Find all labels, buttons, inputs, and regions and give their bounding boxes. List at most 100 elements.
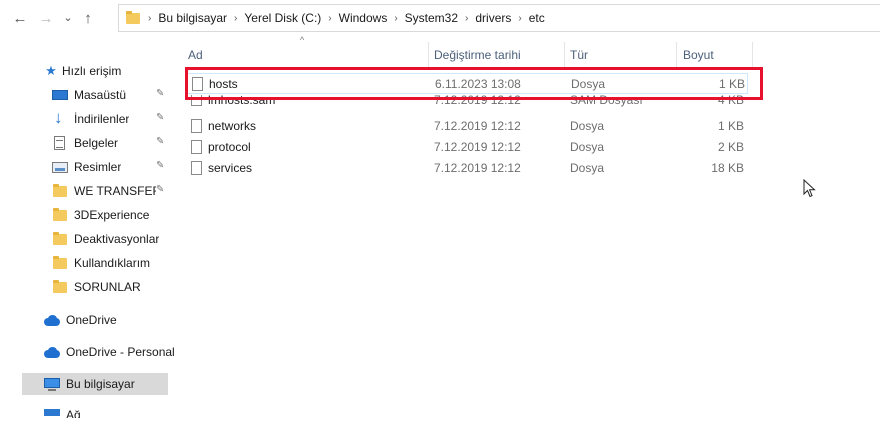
sidebar-item-label: İndirilenler	[74, 112, 130, 126]
breadcrumb-system32[interactable]: System32	[405, 11, 458, 25]
computer-icon	[44, 376, 60, 392]
sidebar-quick-access[interactable]: ★ Hızlı erişim	[44, 60, 121, 82]
sidebar-item-label: OneDrive - Personal	[66, 345, 175, 359]
sidebar-item-label: Ağ	[66, 408, 81, 418]
breadcrumb-etc[interactable]: etc	[529, 11, 545, 25]
folder-icon	[52, 255, 68, 271]
column-divider[interactable]	[428, 42, 429, 68]
file-list: Ad ^ Değiştirme tarihi Tür Boyut hosts 6…	[176, 35, 880, 443]
column-divider[interactable]	[676, 42, 677, 68]
sidebar-item-onedrive[interactable]: OneDrive	[44, 309, 176, 331]
sidebar-item-this-pc[interactable]: Bu bilgisayar	[22, 373, 168, 395]
folder-icon	[52, 279, 68, 295]
folder-icon	[125, 10, 141, 26]
sidebar-item-label: SORUNLAR	[74, 280, 141, 294]
pin-icon[interactable]: ✎	[156, 160, 164, 171]
column-header-label: Ad	[188, 48, 203, 62]
sidebar-item-label: Bu bilgisayar	[66, 377, 135, 391]
breadcrumb-separator-icon: ›	[394, 12, 398, 24]
column-header-name[interactable]: Ad	[188, 48, 203, 62]
file-name: networks	[208, 119, 257, 133]
breadcrumb-separator-icon: ›	[234, 12, 238, 24]
forward-arrow-icon: →	[38, 9, 54, 27]
sidebar-item-label: Resimler	[74, 160, 122, 174]
breadcrumb-local-disk[interactable]: Yerel Disk (C:)	[244, 11, 321, 25]
back-button[interactable]: ←	[12, 9, 28, 27]
chevron-down-icon: ⌄	[63, 11, 73, 24]
file-size: 2 KB	[717, 140, 744, 154]
file-size: 1 KB	[717, 119, 744, 133]
column-header-date[interactable]: Değiştirme tarihi	[434, 48, 521, 62]
file-icon	[191, 119, 202, 133]
highlight-annotation-box	[185, 67, 763, 100]
sidebar-item-label: Belgeler	[74, 136, 119, 150]
recent-locations-button[interactable]: ⌄	[60, 8, 76, 26]
file-date: 7.12.2019 12:12	[434, 140, 521, 154]
sidebar-item-label: WE TRANSFER KU	[74, 184, 156, 198]
desktop-icon	[52, 87, 68, 103]
file-date: 7.12.2019 12:12	[434, 119, 521, 133]
sidebar-item-we-transfer[interactable]: WE TRANSFER KU	[52, 180, 156, 202]
sidebar-item-label: Hızlı erişim	[62, 64, 122, 78]
cloud-icon	[44, 344, 60, 360]
sidebar-item-sorunlar[interactable]: SORUNLAR	[52, 276, 176, 298]
column-header-label: Tür	[570, 48, 588, 62]
column-header-size[interactable]: Boyut	[683, 48, 714, 62]
breadcrumb-separator-icon: ›	[148, 12, 152, 24]
pin-icon[interactable]: ✎	[156, 136, 164, 147]
file-icon	[191, 140, 202, 154]
mouse-cursor-icon	[803, 179, 816, 198]
pin-icon[interactable]: ✎	[156, 184, 164, 195]
column-divider[interactable]	[752, 42, 753, 68]
breadcrumb-separator-icon: ›	[465, 12, 469, 24]
sidebar-item-label: OneDrive	[66, 313, 117, 327]
breadcrumb-separator-icon: ›	[328, 12, 332, 24]
file-size: 18 KB	[711, 161, 744, 175]
sidebar-item-network[interactable]: Ağ	[44, 404, 176, 418]
network-icon	[44, 404, 60, 418]
pictures-icon	[52, 159, 68, 175]
breadcrumb-windows[interactable]: Windows	[339, 11, 388, 25]
address-bar-area: ← → ⌄ ↑ › Bu bilgisayar › Yerel Disk (C:…	[0, 0, 880, 36]
column-header-label: Değiştirme tarihi	[434, 48, 521, 62]
file-name: services	[208, 161, 253, 175]
sidebar-item-label: Kullandıklarım	[74, 256, 151, 270]
file-date: 7.12.2019 12:12	[434, 161, 521, 175]
sidebar-item-label: Masaüstü	[74, 88, 127, 102]
breadcrumb-this-pc[interactable]: Bu bilgisayar	[158, 11, 227, 25]
sidebar-item-onedrive-personal[interactable]: OneDrive - Personal	[44, 341, 176, 363]
documents-icon	[52, 135, 68, 151]
file-type: Dosya	[570, 161, 605, 175]
breadcrumb-separator-icon: ›	[518, 12, 522, 24]
sidebar-item-3dexperience[interactable]: 3DExperience	[52, 204, 176, 226]
sidebar-item-label: Deaktivasyonlar	[74, 232, 160, 246]
downloads-icon	[52, 108, 68, 128]
cloud-icon	[44, 312, 60, 328]
sidebar-item-kullandiklarim[interactable]: Kullandıklarım	[52, 252, 176, 274]
file-row-networks[interactable]: networks 7.12.2019 12:12 Dosya 1 KB	[186, 116, 748, 137]
up-button[interactable]: ↑	[80, 9, 96, 27]
file-name: protocol	[208, 140, 251, 154]
folder-icon	[52, 183, 68, 199]
back-arrow-icon: ←	[12, 9, 28, 27]
breadcrumb-drivers[interactable]: drivers	[475, 11, 511, 25]
column-divider[interactable]	[564, 42, 565, 68]
folder-icon	[52, 207, 68, 223]
file-row-services[interactable]: services 7.12.2019 12:12 Dosya 18 KB	[186, 158, 748, 179]
pin-icon[interactable]: ✎	[156, 112, 164, 123]
pin-icon[interactable]: ✎	[156, 88, 164, 99]
column-header-label: Boyut	[683, 48, 714, 62]
up-arrow-icon: ↑	[84, 9, 92, 27]
file-type: Dosya	[570, 119, 605, 133]
file-row-protocol[interactable]: protocol 7.12.2019 12:12 Dosya 2 KB	[186, 137, 748, 158]
column-header-type[interactable]: Tür	[570, 48, 588, 62]
file-icon	[191, 161, 202, 175]
sort-ascending-icon: ^	[300, 35, 305, 45]
address-box[interactable]: › Bu bilgisayar › Yerel Disk (C:) › Wind…	[118, 4, 880, 32]
forward-button[interactable]: →	[38, 9, 54, 27]
sidebar-item-deaktivasyonlar[interactable]: Deaktivasyonlar	[52, 228, 176, 250]
star-icon: ★	[45, 63, 57, 78]
file-type: Dosya	[570, 140, 605, 154]
navigation-pane: ★ Hızlı erişim Masaüstü ✎ İndirilenler ✎…	[0, 36, 176, 443]
sidebar-item-label: 3DExperience	[74, 208, 150, 222]
